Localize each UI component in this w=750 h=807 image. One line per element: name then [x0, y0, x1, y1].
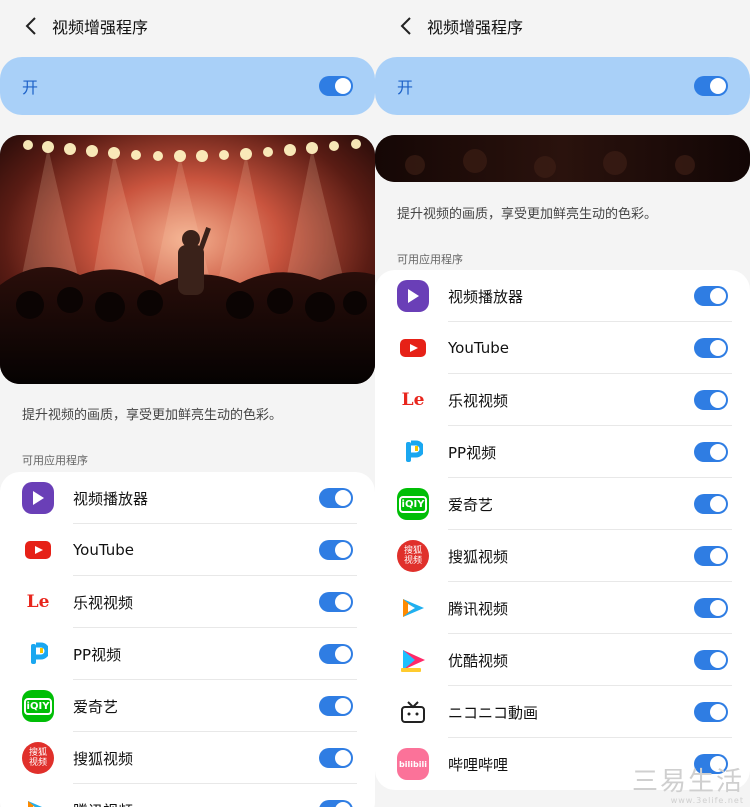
app-row-iqiyi[interactable]: iQIY 爱奇艺 — [375, 478, 750, 530]
header: 视频增强程序 — [0, 0, 375, 52]
letv-icon-text: Le — [401, 390, 425, 410]
sohu-icon-text: 搜狐视频 — [28, 748, 47, 768]
app-toggle[interactable] — [319, 644, 353, 664]
settings-screen-left: 视频增强程序 开 提升视频的画质，享受更加鲜亮生动的色彩。 可用应用程序 视频播… — [0, 0, 375, 807]
app-name: 乐视视频 — [448, 391, 509, 410]
preview-image-collapsed — [375, 135, 750, 182]
app-toggle[interactable] — [319, 696, 353, 716]
master-toggle[interactable] — [694, 76, 728, 96]
sohu-icon: 搜狐视频 — [22, 742, 54, 774]
app-name: 优酷视频 — [448, 651, 509, 670]
app-list-card: 视频播放器 YouTube Le 乐视视频 PP视频 iQIY 爱奇艺 搜狐视频… — [0, 472, 375, 807]
app-row-tencent-video[interactable]: 腾讯视频 — [375, 582, 750, 634]
app-toggle[interactable] — [694, 598, 728, 618]
app-row-pptv[interactable]: PP视频 — [0, 628, 375, 680]
section-header-available-apps: 可用应用程序 — [22, 454, 88, 467]
app-toggle[interactable] — [319, 540, 353, 560]
app-name: 搜狐视频 — [448, 547, 509, 566]
app-row-sohu[interactable]: 搜狐视频 搜狐视频 — [375, 530, 750, 582]
pptv-icon — [397, 436, 429, 468]
app-toggle[interactable] — [319, 488, 353, 508]
app-row-video-player[interactable]: 视频播放器 — [375, 270, 750, 322]
app-toggle[interactable] — [694, 390, 728, 410]
app-list-card: 视频播放器 YouTube Le 乐视视频 PP视频 iQIY 爱奇艺 搜狐视频… — [375, 270, 750, 790]
iqiyi-icon: iQIY — [397, 488, 429, 520]
app-name: YouTube — [73, 541, 134, 559]
app-toggle[interactable] — [319, 592, 353, 612]
play-triangle-icon — [397, 280, 429, 312]
app-name: 视频播放器 — [73, 489, 149, 508]
app-toggle[interactable] — [694, 702, 728, 722]
app-toggle[interactable] — [319, 748, 353, 768]
iqiyi-icon-text: iQIY — [398, 495, 428, 513]
section-header-available-apps: 可用应用程序 — [397, 253, 463, 266]
app-name: YouTube — [448, 339, 509, 357]
youku-icon — [397, 644, 429, 676]
watermark-text: 三易生活 — [631, 767, 744, 797]
feature-description: 提升视频的画质，享受更加鲜亮生动的色彩。 — [22, 408, 283, 423]
app-name: PP视频 — [73, 645, 122, 664]
app-toggle[interactable] — [694, 650, 728, 670]
header: 视频增强程序 — [375, 0, 750, 52]
app-row-tencent-video[interactable]: 腾讯视频 — [0, 784, 375, 807]
app-toggle[interactable] — [694, 546, 728, 566]
app-row-letv[interactable]: Le 乐视视频 — [375, 374, 750, 426]
pptv-icon — [22, 638, 54, 670]
app-row-letv[interactable]: Le 乐视视频 — [0, 576, 375, 628]
app-row-niconico[interactable]: ニコニコ動画 — [375, 686, 750, 738]
app-name: ニコニコ動画 — [448, 703, 539, 722]
app-name: 爱奇艺 — [73, 697, 119, 716]
watermark-url: www.3elife.net — [670, 796, 744, 805]
app-toggle[interactable] — [694, 338, 728, 358]
back-arrow-icon[interactable] — [395, 15, 417, 37]
master-switch-label: 开 — [22, 78, 39, 97]
feature-description: 提升视频的画质，享受更加鲜亮生动的色彩。 — [397, 207, 658, 222]
tencent-video-icon — [22, 794, 54, 807]
master-toggle[interactable] — [319, 76, 353, 96]
master-switch-bar[interactable]: 开 — [0, 57, 375, 115]
app-name: 视频播放器 — [448, 287, 524, 306]
iqiyi-icon: iQIY — [22, 690, 54, 722]
page-title: 视频增强程序 — [427, 18, 524, 37]
master-switch-bar[interactable]: 开 — [375, 57, 750, 115]
back-arrow-icon[interactable] — [20, 15, 42, 37]
app-toggle[interactable] — [694, 286, 728, 306]
app-name: 腾讯视频 — [448, 599, 509, 618]
app-toggle[interactable] — [694, 442, 728, 462]
app-toggle[interactable] — [694, 494, 728, 514]
watermark: 三易生活 www.3elife.net — [632, 768, 744, 805]
youtube-icon — [397, 332, 429, 364]
preview-image-concert — [0, 135, 375, 384]
niconico-tv-icon — [397, 696, 429, 728]
app-row-sohu[interactable]: 搜狐视频 搜狐视频 — [0, 732, 375, 784]
app-name: 腾讯视频 — [73, 800, 319, 807]
letv-icon: Le — [22, 586, 54, 618]
bilibili-icon: bilibili — [397, 748, 429, 780]
app-toggle[interactable] — [319, 800, 353, 807]
app-row-youtube[interactable]: YouTube — [375, 322, 750, 374]
app-row-youtube[interactable]: YouTube — [0, 524, 375, 576]
sohu-icon-text: 搜狐视频 — [403, 546, 422, 566]
app-name: PP视频 — [448, 443, 497, 462]
bilibili-icon-text: bilibili — [399, 759, 427, 769]
tencent-video-icon — [397, 592, 429, 624]
letv-icon: Le — [397, 384, 429, 416]
app-row-video-player[interactable]: 视频播放器 — [0, 472, 375, 524]
letv-icon-text: Le — [26, 592, 50, 612]
app-row-iqiyi[interactable]: iQIY 爱奇艺 — [0, 680, 375, 732]
app-name: 乐视视频 — [73, 593, 134, 612]
master-switch-label: 开 — [397, 78, 414, 97]
app-row-youku[interactable]: 优酷视频 — [375, 634, 750, 686]
app-name: 搜狐视频 — [73, 749, 134, 768]
iqiyi-icon-text: iQIY — [23, 697, 53, 715]
play-triangle-icon — [22, 482, 54, 514]
youtube-icon — [22, 534, 54, 566]
settings-screen-right: 视频增强程序 开 提升视频的画质，享受更加鲜亮生动的色彩。 可用应用程序 视频播… — [375, 0, 750, 807]
page-title: 视频增强程序 — [52, 18, 149, 37]
sohu-icon: 搜狐视频 — [397, 540, 429, 572]
app-row-pptv[interactable]: PP视频 — [375, 426, 750, 478]
app-name: 爱奇艺 — [448, 495, 494, 514]
